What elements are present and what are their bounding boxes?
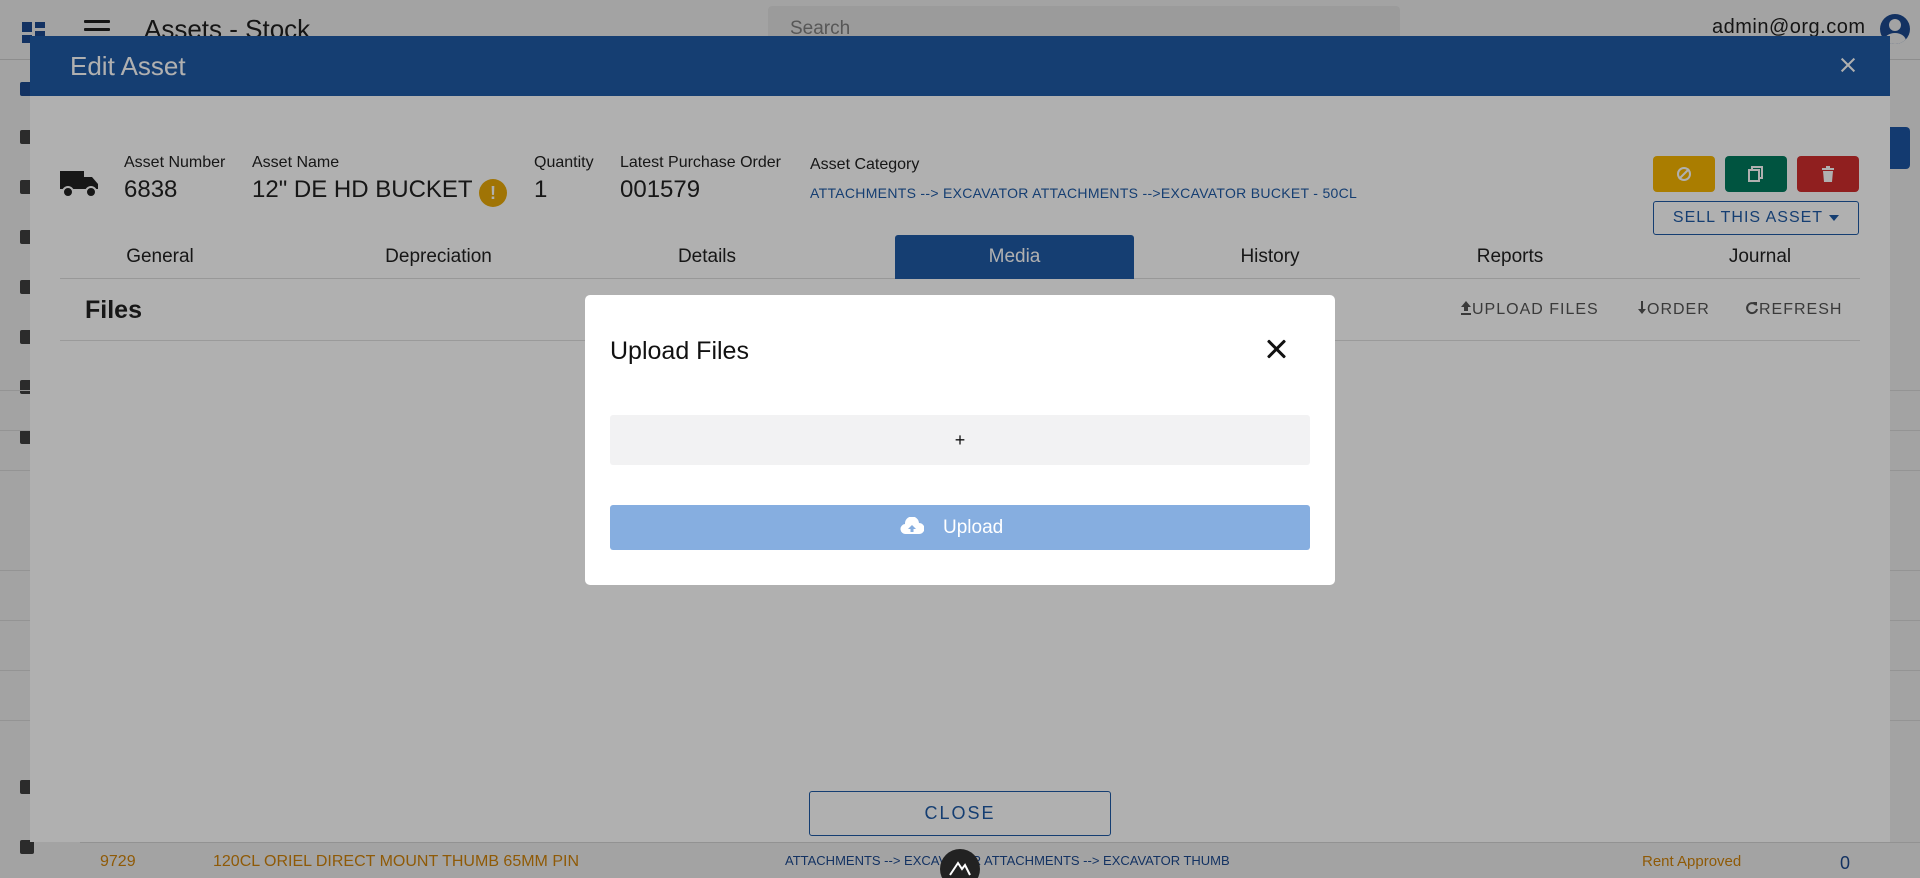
cloud-upload-icon xyxy=(900,517,924,535)
upload-button[interactable]: Upload xyxy=(610,505,1310,550)
file-drop-zone[interactable]: + xyxy=(610,415,1310,465)
modal-title: Upload Files xyxy=(610,337,749,365)
logo-icon xyxy=(949,861,971,876)
upload-files-modal: Upload Files + Upload xyxy=(585,295,1335,585)
upload-label: Upload xyxy=(943,517,1004,538)
close-icon[interactable] xyxy=(1265,337,1289,361)
